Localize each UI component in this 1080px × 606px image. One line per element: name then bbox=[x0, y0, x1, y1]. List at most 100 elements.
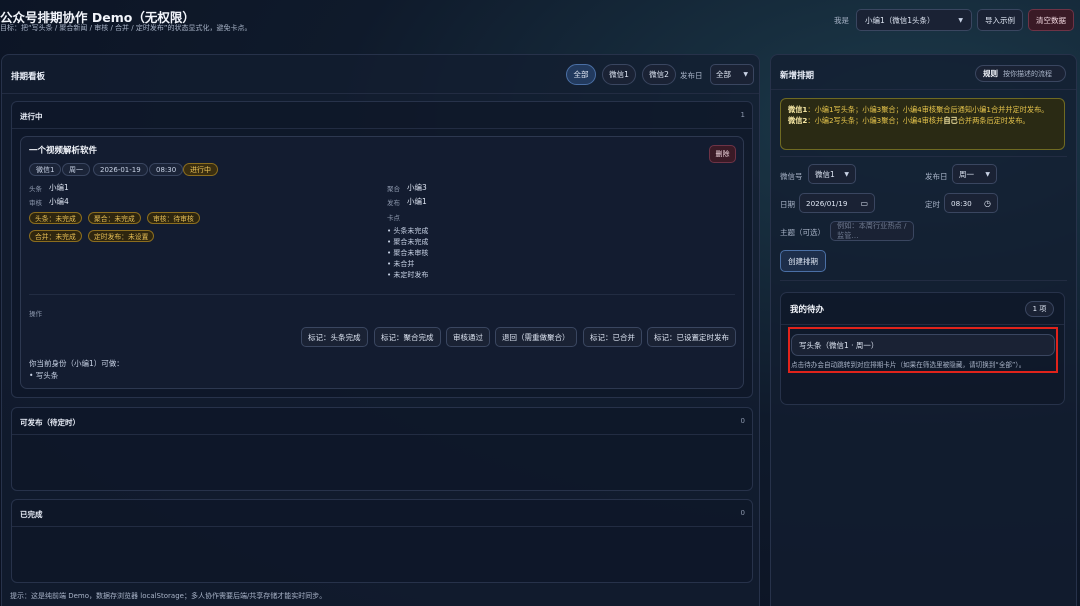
clock-icon: ◷ bbox=[984, 198, 991, 208]
time-label: 定时 bbox=[925, 200, 940, 209]
date-label: 日期 bbox=[780, 200, 795, 209]
create-schedule-button[interactable]: 创建排期 bbox=[780, 250, 826, 272]
status-badge: 进行中 bbox=[183, 163, 218, 176]
tag-aggregate-status: 聚合：未完成 bbox=[88, 212, 141, 224]
panel-divider bbox=[771, 89, 1076, 90]
blocker-item: • 头条未完成 bbox=[387, 227, 429, 235]
mark-headline-done-button[interactable]: 标记：头条完成 bbox=[301, 327, 368, 347]
blocker-item: • 未合并 bbox=[387, 260, 415, 268]
rules-button[interactable]: 规则 按你描述的流程 bbox=[975, 65, 1066, 82]
identity-select-value: 小编1（微信1头条） bbox=[865, 15, 935, 25]
aggregate-key: 聚合 bbox=[387, 185, 400, 193]
publish-key: 发布 bbox=[387, 199, 400, 207]
footer-hint: 提示：这是纯前端 Demo，数据存浏览器 localStorage；多人协作需要… bbox=[10, 592, 327, 600]
headline-key: 头条 bbox=[29, 185, 42, 193]
section-divider bbox=[12, 526, 752, 527]
my-todo-section: 我的待办 1 项 写头条（微信1 · 周一） 点击待办会自动跳转到对应排期卡片（… bbox=[780, 292, 1065, 405]
rule-wechat2: 微信2：小编2写头条；小编3聚合；小编4审核并自己合并两条后定时发布。 bbox=[788, 116, 1030, 125]
chevron-down-icon: ▼ bbox=[844, 170, 849, 178]
topic-label: 主题（可选） bbox=[780, 228, 825, 237]
schedule-board: 排期看板 全部 微信1 微信2 发布日 全部 ▼ 进行中 1 一个视频解析软件 … bbox=[1, 54, 760, 606]
section-done: 已完成 0 bbox=[11, 499, 753, 583]
chip-date: 2026-01-19 bbox=[93, 163, 148, 176]
filter-all-button[interactable]: 全部 bbox=[566, 64, 596, 85]
schedule-card[interactable]: 一个视频解析软件 微信1 周一 2026-01-19 08:30 进行中 删除 … bbox=[20, 136, 744, 389]
todo-hint: 点击待办会自动跳转到对应排期卡片（如果在筛选里被隐藏，请切换到“全部”）。 bbox=[791, 361, 1026, 369]
board-divider bbox=[2, 93, 759, 94]
review-value: 小编4 bbox=[49, 197, 69, 206]
section-divider bbox=[12, 434, 752, 435]
chip-day: 周一 bbox=[62, 163, 90, 176]
card-divider bbox=[29, 294, 735, 295]
filter-wechat2-button[interactable]: 微信2 bbox=[642, 64, 676, 85]
section-in-progress: 进行中 1 一个视频解析软件 微信1 周一 2026-01-19 08:30 进… bbox=[11, 101, 753, 398]
section-in-progress-count: 1 bbox=[740, 111, 745, 119]
blocker-item: • 聚合未审核 bbox=[387, 249, 429, 257]
time-input-value: 08:30 bbox=[951, 198, 972, 208]
mark-aggregate-done-button[interactable]: 标记：聚合完成 bbox=[374, 327, 441, 347]
ops-title: 操作 bbox=[29, 310, 42, 318]
rules-button-label: 规则 bbox=[983, 69, 998, 78]
import-sample-button[interactable]: 导入示例 bbox=[977, 9, 1023, 31]
chevron-down-icon: ▼ bbox=[985, 170, 990, 178]
chip-time: 08:30 bbox=[149, 163, 184, 176]
todo-title: 我的待办 bbox=[790, 305, 825, 315]
section-publishable-count: 0 bbox=[740, 417, 745, 425]
aggregate-value: 小编3 bbox=[407, 183, 427, 192]
date-input[interactable]: 2026/01/19 ▭ bbox=[799, 193, 875, 213]
clear-data-button[interactable]: 清空数据 bbox=[1028, 9, 1074, 31]
me-label: 我是 bbox=[834, 16, 849, 25]
approve-review-button[interactable]: 审核通过 bbox=[446, 327, 490, 347]
tag-review-status: 审核：待审核 bbox=[147, 212, 200, 224]
section-publishable: 可发布（待定时） 0 bbox=[11, 407, 753, 491]
blocker-item: • 未定时发布 bbox=[387, 271, 429, 279]
todo-item[interactable]: 写头条（微信1 · 周一） bbox=[791, 334, 1055, 356]
chevron-down-icon: ▼ bbox=[958, 16, 963, 24]
can-do-title: 你当前身份（小编1）可做： bbox=[29, 359, 124, 368]
reject-review-button[interactable]: 退回（需重做聚合） bbox=[495, 327, 577, 347]
blockers-list: 卡点 • 头条未完成 • 聚合未完成 • 聚合未审核 • 未合并 • 未定时发布 bbox=[387, 212, 587, 292]
blockers-title: 卡点 bbox=[387, 214, 400, 222]
app-subtitle: 目标：把“写头条 / 聚合新闻 / 审核 / 合并 / 定时发布”的状态显式化，… bbox=[0, 24, 252, 32]
chip-account: 微信1 bbox=[29, 163, 62, 176]
chevron-down-icon: ▼ bbox=[743, 71, 748, 78]
board-title: 排期看板 bbox=[11, 72, 46, 82]
tag-headline-status: 头条：未完成 bbox=[29, 212, 82, 224]
publish-value: 小编1 bbox=[407, 197, 427, 206]
rule-wechat1: 微信1：小编1写头条；小编3聚合；小编4审核聚合后通知小编1合并并定时发布。 bbox=[788, 105, 1049, 114]
account-select[interactable]: 微信1 ▼ bbox=[808, 164, 856, 184]
account-select-value: 微信1 bbox=[815, 169, 835, 179]
review-key: 审核 bbox=[29, 199, 42, 207]
pub-day-select[interactable]: 周一 ▼ bbox=[952, 164, 997, 184]
panel-divider bbox=[780, 280, 1067, 281]
rules-box: 微信1：小编1写头条；小编3聚合；小编4审核聚合后通知小编1合并并定时发布。 微… bbox=[780, 98, 1065, 150]
topic-input[interactable]: 例如：本周行业热点 / 监管… bbox=[830, 221, 914, 241]
tag-merge-status: 合并：未完成 bbox=[29, 230, 82, 242]
date-input-value: 2026/01/19 bbox=[806, 198, 848, 208]
board-day-select[interactable]: 全部 ▼ bbox=[710, 64, 754, 85]
todo-divider bbox=[781, 324, 1064, 325]
new-schedule-panel: 新增排期 规则 按你描述的流程 微信1：小编1写头条；小编3聚合；小编4审核聚合… bbox=[770, 54, 1077, 606]
mark-merged-button[interactable]: 标记：已合并 bbox=[583, 327, 642, 347]
section-in-progress-title: 进行中 bbox=[20, 112, 43, 121]
board-day-value: 全部 bbox=[716, 70, 731, 79]
mark-scheduled-button[interactable]: 标记：已设置定时发布 bbox=[647, 327, 736, 347]
filter-wechat1-button[interactable]: 微信1 bbox=[602, 64, 636, 85]
card-title: 一个视频解析软件 bbox=[29, 146, 98, 156]
panel-divider bbox=[780, 156, 1067, 157]
todo-count-badge: 1 项 bbox=[1025, 301, 1054, 317]
tag-publish-status: 定时发布：未设置 bbox=[88, 230, 155, 242]
new-schedule-title: 新增排期 bbox=[780, 71, 815, 81]
headline-value: 小编1 bbox=[49, 183, 69, 192]
delete-card-button[interactable]: 删除 bbox=[709, 145, 736, 163]
can-do-item: • 写头条 bbox=[29, 371, 59, 380]
section-done-title: 已完成 bbox=[20, 510, 43, 519]
rules-hint: 按你描述的流程 bbox=[1003, 69, 1052, 78]
pub-day-label: 发布日 bbox=[925, 172, 948, 181]
section-divider bbox=[12, 128, 752, 129]
identity-select[interactable]: 小编1（微信1头条） ▼ bbox=[856, 9, 972, 31]
section-done-count: 0 bbox=[740, 509, 745, 517]
calendar-icon: ▭ bbox=[860, 198, 868, 208]
board-day-label: 发布日 bbox=[680, 71, 703, 80]
time-input[interactable]: 08:30 ◷ bbox=[944, 193, 998, 213]
